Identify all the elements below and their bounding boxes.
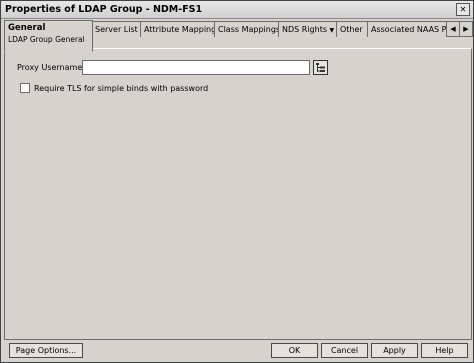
- require-tls-checkbox[interactable]: [20, 83, 30, 93]
- close-button[interactable]: ✕: [456, 3, 470, 16]
- page-options-button[interactable]: Page Options...: [9, 343, 83, 358]
- ok-button[interactable]: OK: [271, 343, 318, 358]
- tab-general[interactable]: General LDAP Group General: [4, 20, 93, 52]
- tab-attribute-mappings[interactable]: Attribute Mappings: [140, 21, 216, 37]
- tab-server-list[interactable]: Server List: [91, 21, 142, 37]
- proxy-username-input[interactable]: [82, 60, 310, 75]
- title-bar[interactable]: Properties of LDAP Group - NDM-FS1 ✕: [1, 1, 473, 19]
- properties-window: Properties of LDAP Group - NDM-FS1 ✕ Gen…: [0, 0, 474, 363]
- proxy-username-label: Proxy Username:: [17, 63, 85, 72]
- cancel-button[interactable]: Cancel: [321, 343, 368, 358]
- tab-general-label: General: [8, 23, 46, 33]
- tab-scroll-left-icon[interactable]: ◀: [446, 21, 460, 37]
- browse-tree-icon: [316, 63, 325, 72]
- window-title: Properties of LDAP Group - NDM-FS1: [5, 4, 203, 15]
- require-tls-label[interactable]: Require TLS for simple binds with passwo…: [34, 84, 208, 93]
- tab-nds-rights[interactable]: NDS Rights ▼: [278, 21, 339, 37]
- tab-scroll-right-icon[interactable]: ▶: [459, 21, 473, 37]
- dropdown-arrow-icon[interactable]: ▼: [330, 27, 335, 34]
- tab-associated-naas[interactable]: Associated NAAS P(: [367, 21, 451, 37]
- tab-class-mappings[interactable]: Class Mappings: [214, 21, 280, 37]
- apply-button[interactable]: Apply: [371, 343, 418, 358]
- tab-general-sublabel[interactable]: LDAP Group General: [8, 35, 88, 45]
- browse-button[interactable]: [313, 60, 328, 75]
- tab-nds-rights-label: NDS Rights: [282, 25, 327, 34]
- help-button[interactable]: Help: [421, 343, 468, 358]
